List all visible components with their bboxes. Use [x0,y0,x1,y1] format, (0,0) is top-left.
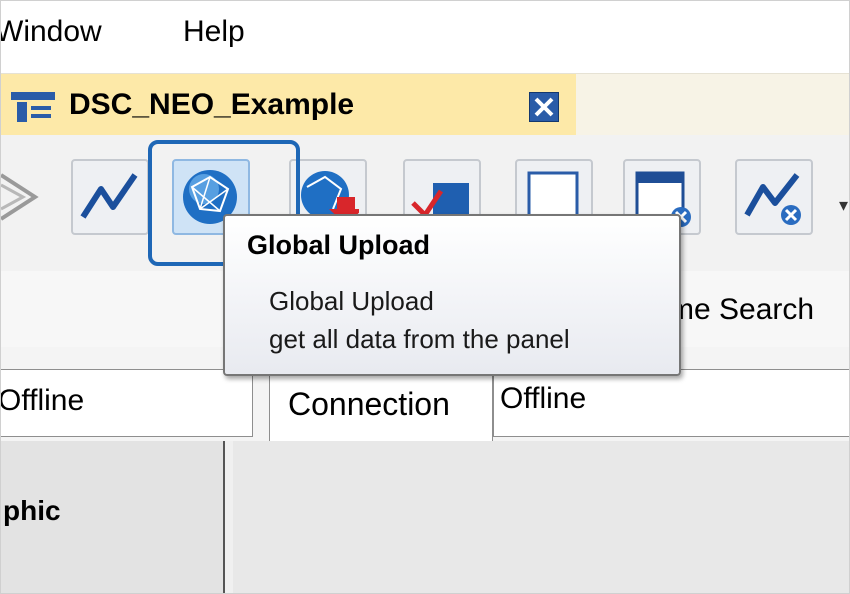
pane-splitter[interactable] [223,441,233,593]
status-value-left: Offline [0,384,85,417]
tooltip-description-line2: get all data from the panel [269,324,570,354]
account-card-icon [11,92,55,122]
tooltip-description-line1: Global Upload [269,286,434,316]
document-tab-title: DSC_NEO_Example [69,88,355,121]
name-search-label[interactable]: me Search [669,293,814,327]
graph-icon [80,173,138,219]
menu-bar: Window Help [1,1,849,73]
status-field-left[interactable]: Offline [0,369,253,437]
left-pane-label[interactable]: phic [3,495,61,527]
graph-close-button[interactable] [735,159,813,235]
chevron-down-icon[interactable]: ▾ [839,195,848,216]
menu-help[interactable]: Help [183,15,245,49]
document-tab-strip: DSC_NEO_Example [1,73,849,136]
left-pane: phic [1,441,224,593]
graph-button[interactable] [71,159,149,235]
main-pane [233,441,849,593]
menu-window[interactable]: Window [1,15,102,49]
connection-tab-label: Connection [288,386,450,422]
document-tab[interactable]: DSC_NEO_Example [1,74,576,136]
application-window: Window Help DSC_NEO_Example ▾ me Search … [0,0,850,594]
tooltip: Global Upload Global Upload get all data… [223,214,681,376]
tooltip-title: Global Upload [247,230,431,260]
graph-close-icon [744,173,801,225]
close-icon[interactable] [529,92,559,122]
status-value-right: Offline [500,382,587,415]
partial-icon[interactable] [1,165,41,229]
status-field-right[interactable]: Offline [493,369,849,437]
tab-connection[interactable]: Connection [269,369,493,441]
